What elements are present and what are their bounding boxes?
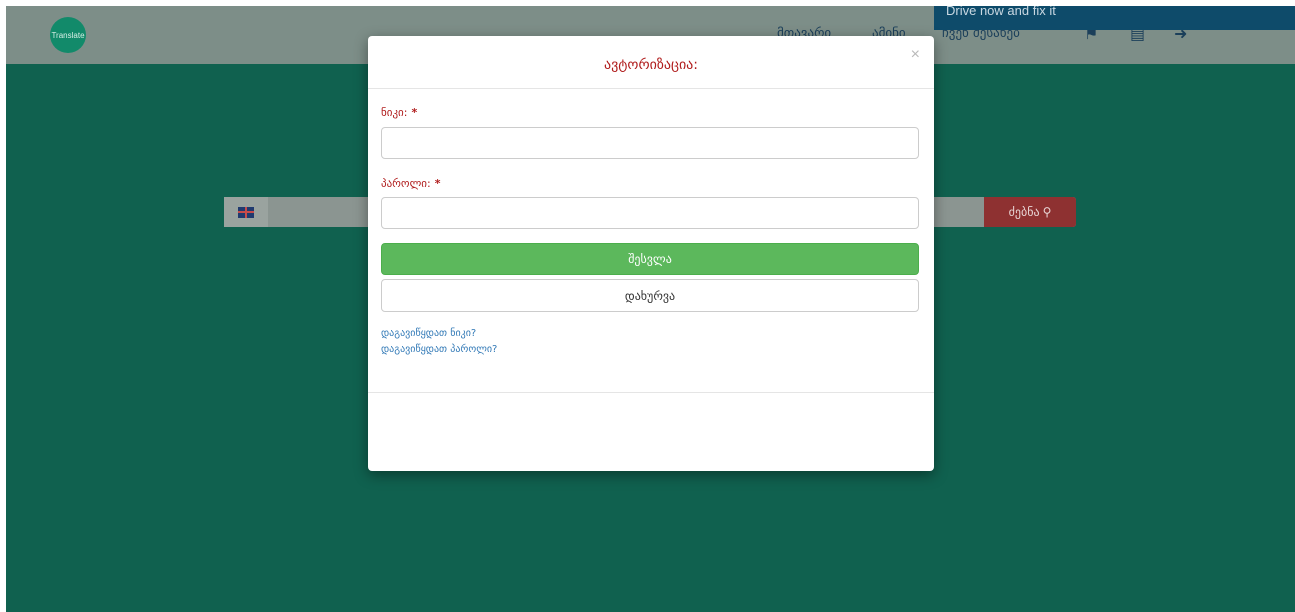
username-input[interactable] bbox=[381, 127, 919, 159]
search-button[interactable]: ძებნა ⚲ bbox=[984, 197, 1076, 227]
modal-title: ავტორიზაცია: bbox=[603, 57, 699, 73]
username-label: ნიკი: * bbox=[381, 106, 417, 119]
password-input[interactable] bbox=[381, 197, 919, 229]
password-label-text: პაროლი: bbox=[381, 177, 431, 190]
login-button-label: შესვლა bbox=[628, 252, 672, 266]
search-button-label: ძებნა bbox=[1008, 205, 1040, 219]
modal-footer-divider bbox=[368, 392, 934, 393]
notification-banner[interactable]: Drive now and fix it bbox=[934, 6, 1295, 30]
modal-header: ავტორიზაცია: × bbox=[368, 36, 934, 89]
uk-flag-icon bbox=[238, 206, 254, 218]
required-mark: * bbox=[434, 177, 441, 190]
banner-text: Drive now and fix it bbox=[946, 6, 1056, 18]
language-selector[interactable] bbox=[224, 197, 268, 227]
close-button-label: დახურვა bbox=[624, 288, 676, 303]
required-mark: * bbox=[411, 106, 418, 119]
forgot-username-link[interactable]: დაგავიწყდათ ნიკი? bbox=[381, 328, 476, 339]
username-label-text: ნიკი: bbox=[381, 106, 408, 119]
password-label: პაროლი: * bbox=[381, 177, 440, 190]
forgot-password-link[interactable]: დაგავიწყდათ პაროლი? bbox=[381, 344, 497, 355]
logo-text: Translate bbox=[51, 30, 85, 40]
login-button[interactable]: შესვლა bbox=[381, 243, 919, 275]
login-modal: ავტორიზაცია: × ნიკი: * პაროლი: * შესვლა და… bbox=[368, 36, 934, 471]
search-icon: ⚲ bbox=[1042, 205, 1052, 219]
close-icon[interactable]: × bbox=[911, 46, 920, 64]
logo[interactable]: Translate bbox=[50, 17, 86, 53]
close-button[interactable]: დახურვა bbox=[381, 279, 919, 312]
